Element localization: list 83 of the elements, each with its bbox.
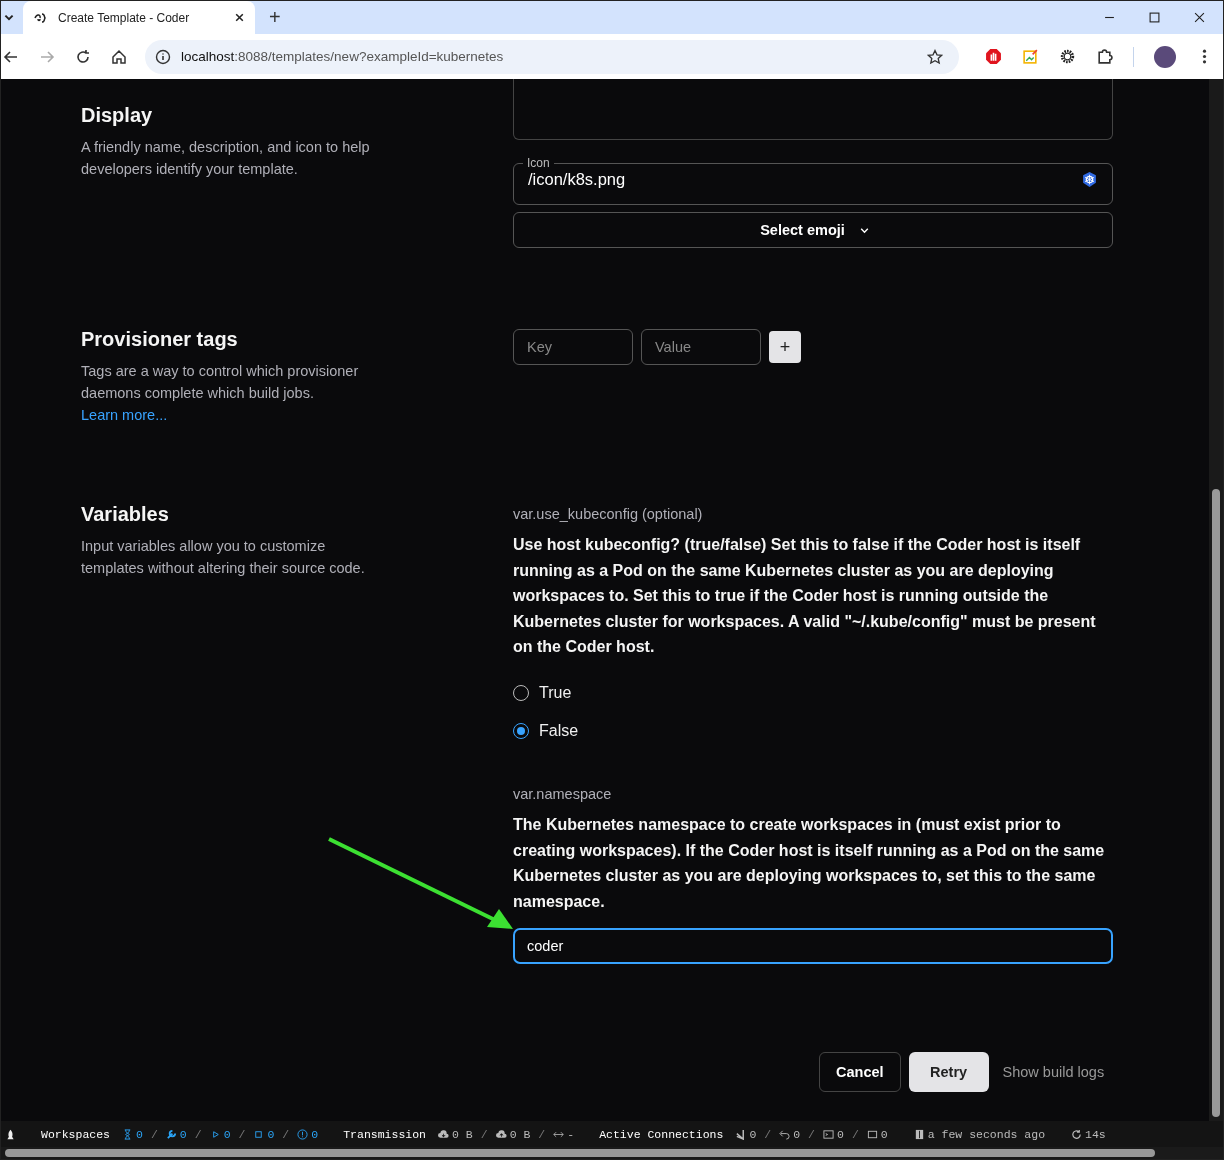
section-title: Display [81,104,154,127]
wrench-icon [165,1128,177,1140]
key-field[interactable]: Key [513,329,633,365]
puzzle-icon[interactable] [1096,48,1113,65]
status-value: 0 B [509,1127,531,1141]
separator: / [851,1127,859,1141]
picture-icon[interactable] [1022,48,1039,65]
stop-hand-icon[interactable] [985,48,1002,65]
status-value: a few seconds ago [927,1127,1046,1141]
star-icon[interactable] [927,48,943,65]
back-icon[interactable] [3,48,19,65]
scrollbar[interactable] [1209,79,1223,1121]
close-icon[interactable] [1194,12,1205,23]
separator: / [194,1127,202,1141]
select-emoji-button[interactable]: Select emoji [513,212,1113,248]
status-value: 0 [837,1127,844,1141]
section-description: Tags are a way to control which provisioner daemons complete which build jobs. Learn more... [81,362,360,425]
section-description: Input variables allow you to customize templates without altering their source code. [81,537,366,578]
status-value: 0 [311,1127,319,1141]
section-description: A friendly name, description, and icon to help developers identify your template. [81,138,371,179]
avatar[interactable] [1154,45,1176,68]
status-value: - [567,1127,575,1141]
field-label: Icon [526,156,551,170]
separator: / [150,1127,158,1141]
status-value: 0 [793,1127,801,1141]
namespace-field[interactable]: coder [513,928,1113,965]
rocket-icon [5,1128,16,1140]
status-label: Transmission [343,1127,426,1141]
variable-description: Use host kubeconfig? (true/false) Set this to false if the Coder host is itself running as a Pod on the same Kubernetes cluster as you are deploying workspaces to. Set this to true if the Coder host is running outside the Kubernetes cluster for workspaces. A valid "~/.kube/config" must be present on the Coder host. [513,535,1097,658]
icon-field[interactable]: Icon /icon/k8s.png [513,156,1113,205]
separator: / [538,1127,546,1141]
scrollbar[interactable] [1,1147,1223,1159]
url-text: localhost:8088/templates/new?exampleId=kubernetes [181,49,505,64]
show-build-logs-button[interactable]: Show build logs [996,1052,1111,1093]
radio-label: False [539,721,579,740]
section-title: Provisioner tags [81,328,239,351]
browser-tab[interactable]: Create Template - Coder [23,1,255,34]
separator: / [808,1127,815,1141]
helm-wheel-icon [1081,171,1098,188]
cancel-button[interactable]: Cancel [819,1052,901,1093]
status-value: 0 B [452,1127,473,1141]
alert-icon [297,1128,309,1140]
section-title: Variables [81,503,170,526]
status-value: 14s [1085,1127,1106,1141]
gear-icon[interactable] [1059,48,1076,65]
value-field[interactable]: Value [641,329,761,365]
home-icon[interactable] [111,48,127,65]
separator: / [764,1127,772,1141]
status-value: 0 [267,1127,275,1141]
radio-option[interactable]: True [513,673,1113,712]
radio-label: True [539,683,572,702]
cloud-download-icon [438,1128,449,1140]
learn-more-link[interactable]: Learn more... [81,407,168,423]
refresh-icon [1071,1128,1083,1140]
variable-description: The Kubernetes namespace to create workspaces in (must exist prior to creating workspaces). If the Coder host is itself running as a Pod on the same Kubernetes cluster as you are deploying workspaces to, set this to the same namespace. [513,814,1106,912]
close-icon[interactable] [234,12,245,23]
separator: / [238,1127,246,1141]
separator: / [282,1127,290,1141]
address-bar[interactable]: localhost:8088/templates/new?exampleId=kubernetes [145,39,959,74]
info-icon[interactable] [155,48,171,65]
status-label: Active Connections [599,1127,724,1141]
status-value: 0 [136,1127,143,1141]
stop-icon [253,1128,265,1140]
terminal-icon [823,1128,834,1140]
status-label: Workspaces [41,1127,110,1141]
status-value: 0 [223,1127,231,1141]
return-arrow-icon [779,1128,791,1140]
window-icon [866,1128,878,1140]
reload-icon[interactable] [75,48,91,65]
maximize-icon[interactable] [1149,12,1160,23]
new-tab-button[interactable]: + [269,6,281,29]
status-value: 0 [880,1127,888,1141]
add-tag-button[interactable]: + [769,331,801,363]
status-value: 0 [749,1127,757,1141]
status-value: 0 [179,1127,187,1141]
hourglass-icon [122,1128,133,1140]
cloud-upload-icon [495,1128,507,1140]
separator: / [480,1127,488,1141]
tab-title: Create Template - Coder [58,10,191,25]
retry-button[interactable]: Retry [908,1052,989,1093]
variable-name: var.use_kubeconfig (optional) [513,506,704,522]
variable-name: var.namespace [513,785,613,802]
radio-option[interactable]: False [513,711,1113,750]
